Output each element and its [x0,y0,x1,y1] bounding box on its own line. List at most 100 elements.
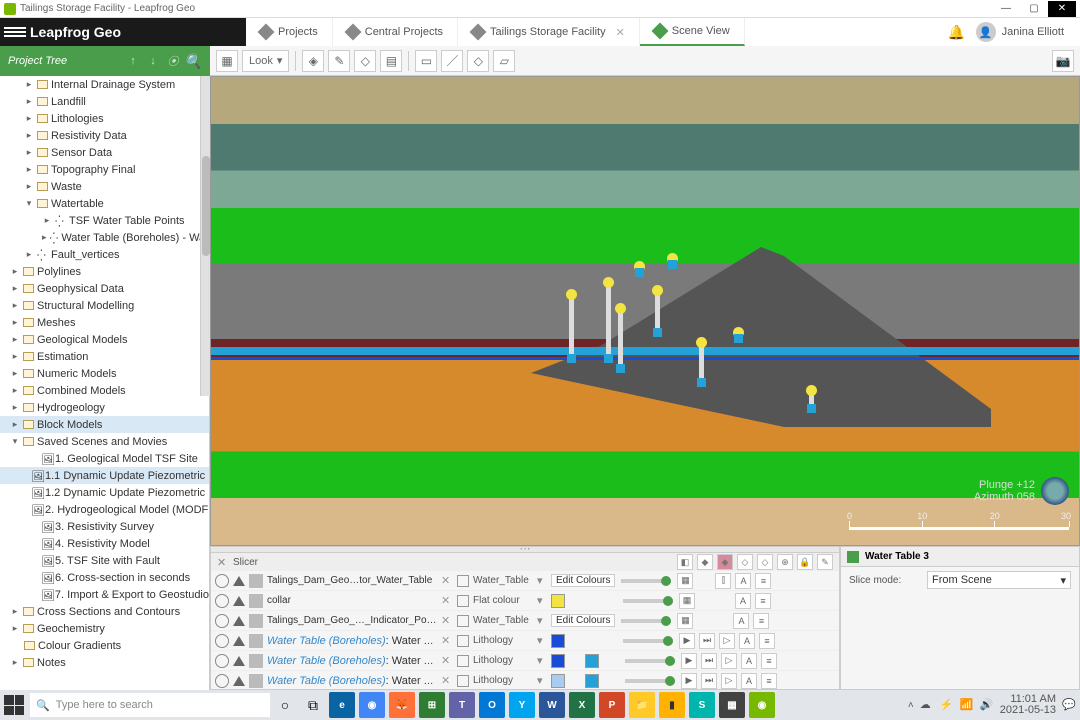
visibility-toggle[interactable] [215,654,229,668]
colour-swatch[interactable] [551,594,565,608]
start-button[interactable] [4,695,24,715]
close-button[interactable]: ✕ [1048,1,1076,17]
tree-item-landfill[interactable]: ▸Landfill [0,93,209,110]
taskview-icon[interactable]: ⧉ [300,692,326,718]
app-word[interactable]: W [539,692,565,718]
app-nvidia[interactable]: ◉ [749,692,775,718]
tree-item-scene-4[interactable]: 🖼4. Resistivity Model [0,535,209,552]
tray-icon[interactable]: ⚡ [940,698,954,712]
tree-item-meshes[interactable]: ▸Meshes [0,314,209,331]
opt-button[interactable]: ▦ [677,573,693,589]
tree-item-wt-boreholes[interactable]: ▸⁛Water Table (Boreholes) - Water… [0,229,209,246]
opt-button[interactable]: A [741,653,757,669]
tree-item-geochem[interactable]: ▸Geochemistry [0,620,209,637]
view-mode-6[interactable]: ⊕ [777,554,793,570]
tray-icon[interactable]: 📶 [960,698,974,712]
app-outlook[interactable]: O [479,692,505,718]
tree-item-tsf-points[interactable]: ▸⁛TSF Water Table Points [0,212,209,229]
remove-button[interactable]: ✕ [441,574,453,587]
tree-item-fault-vertices[interactable]: ▸⁛Fault_vertices [0,246,209,263]
tree-item-waste[interactable]: ▸Waste [0,178,209,195]
app-yammer[interactable]: Y [509,692,535,718]
close-icon[interactable]: ✕ [616,26,625,39]
app-chrome[interactable]: ◉ [359,692,385,718]
tree-item-resistivity[interactable]: ▸Resistivity Data [0,127,209,144]
next-button[interactable]: ▷ [721,653,737,669]
opacity-slider[interactable] [623,599,673,603]
tree-item-scene-7[interactable]: 🖼7. Import & Export to Geostudio [0,586,209,603]
view-mode-2[interactable]: ◆ [697,554,713,570]
scene-row[interactable]: Water Table (Boreholes): Water Table ✕ L… [211,631,839,651]
app-edge[interactable]: e [329,692,355,718]
expand-toggle[interactable] [233,676,245,686]
taskbar-search[interactable]: 🔍 Type here to search [30,693,270,717]
viewport-3d[interactable]: Plunge +12 Azimuth 058 0 10 20 30 [210,76,1080,546]
app-explorer[interactable]: 📁 [629,692,655,718]
category-dropdown[interactable]: ▾ [537,614,547,627]
scene-row[interactable]: Talings_Dam_Geo_…_Indicator_Points ✕ Wat… [211,611,839,631]
colour-swatch[interactable] [551,674,565,688]
tree-item-scene-12[interactable]: 🖼1.2 Dynamic Update Piezometric D… [0,484,209,501]
slicer-tool[interactable]: ◈ [302,50,324,72]
avatar[interactable] [976,22,996,42]
look-menu[interactable]: Look▾ [242,50,289,72]
maximize-button[interactable]: ▢ [1020,1,1048,17]
tree-item-scene-11[interactable]: 🖼1.1 Dynamic Update Piezometric Data [0,467,209,484]
play-button[interactable]: ▶ [681,653,697,669]
cortana-icon[interactable]: ○ [272,692,298,718]
tray-icon[interactable]: ☁ [920,698,934,712]
opt-button[interactable]: ▦ [677,613,693,629]
tree-item-combined[interactable]: ▸Combined Models [0,382,209,399]
tree-item-internal-drainage[interactable]: ▸Internal Drainage System [0,76,209,93]
select-tool[interactable]: ▭ [415,50,437,72]
edit-slicer-button[interactable]: ✎ [817,554,833,570]
tree-item-scene-3[interactable]: 🖼3. Resistivity Survey [0,518,209,535]
visibility-toggle[interactable] [215,614,229,628]
tree-item-saved[interactable]: ▾Saved Scenes and Movies [0,433,209,450]
remove-button[interactable]: ✕ [441,674,453,687]
expand-toggle[interactable] [233,656,245,666]
category-dropdown[interactable]: ▾ [537,674,547,687]
expand-toggle[interactable] [233,616,245,626]
tree-item-sensor[interactable]: ▸Sensor Data [0,144,209,161]
tree-item-scene-6[interactable]: 🖼6. Cross-section in seconds [0,569,209,586]
tray-icon[interactable]: 🔊 [980,698,994,712]
remove-button[interactable]: ✕ [441,654,453,667]
category-dropdown[interactable]: ▾ [537,634,547,647]
app-seequent[interactable]: S [689,692,715,718]
tree-item-scene-2[interactable]: 🖼2. Hydrogeological Model (MODFL… [0,501,209,518]
clock[interactable]: 11:01 AM 2021-05-13 [1000,694,1056,716]
colour-swatch[interactable] [551,634,565,648]
scene-row[interactable]: Water Table (Boreholes): Water Table ✕ L… [211,671,839,690]
tree-item-geological-models[interactable]: ▸Geological Models [0,331,209,348]
tree-item-cross-sections[interactable]: ▸Cross Sections and Contours [0,603,209,620]
tree-item-polylines[interactable]: ▸Polylines [0,263,209,280]
opacity-slider[interactable] [625,679,675,683]
visibility-toggle[interactable] [215,674,229,688]
project-tree[interactable]: ▸Internal Drainage System ▸Landfill ▸Lit… [0,76,210,690]
tree-item-gradients[interactable]: Colour Gradients [0,637,209,654]
opt-button[interactable]: ≡ [761,673,777,689]
view-mode-4[interactable]: ◇ [737,554,753,570]
tree-item-scene-1[interactable]: 🖼1. Geological Model TSF Site [0,450,209,467]
app-power-bi[interactable]: ▮ [659,692,685,718]
draw-polygon-tool[interactable]: ◇ [467,50,489,72]
edit-colours-button[interactable]: Edit Colours [551,614,615,627]
app-teams[interactable]: T [449,692,475,718]
colour-swatch[interactable] [585,654,599,668]
tab-projects[interactable]: Projects [246,18,333,46]
draw-line-tool[interactable]: ／ [441,50,463,72]
tree-down-icon[interactable]: ↓ [144,52,162,70]
eraser-tool[interactable]: ▱ [493,50,515,72]
slice-mode-select[interactable]: From Scene ▾ [927,571,1071,589]
minimize-button[interactable]: — [992,1,1020,17]
opt-button[interactable]: ▦ [679,593,695,609]
next-button[interactable]: ▷ [719,633,735,649]
tab-current-project[interactable]: Tailings Storage Facility✕ [458,18,640,46]
tree-item-watertable[interactable]: ▾Watertable [0,195,209,212]
opt-button[interactable]: ≡ [753,613,769,629]
notifications-icon[interactable] [948,24,964,40]
opacity-slider[interactable] [623,639,673,643]
tab-scene-view[interactable]: Scene View [640,18,745,46]
opacity-slider[interactable] [621,619,671,623]
